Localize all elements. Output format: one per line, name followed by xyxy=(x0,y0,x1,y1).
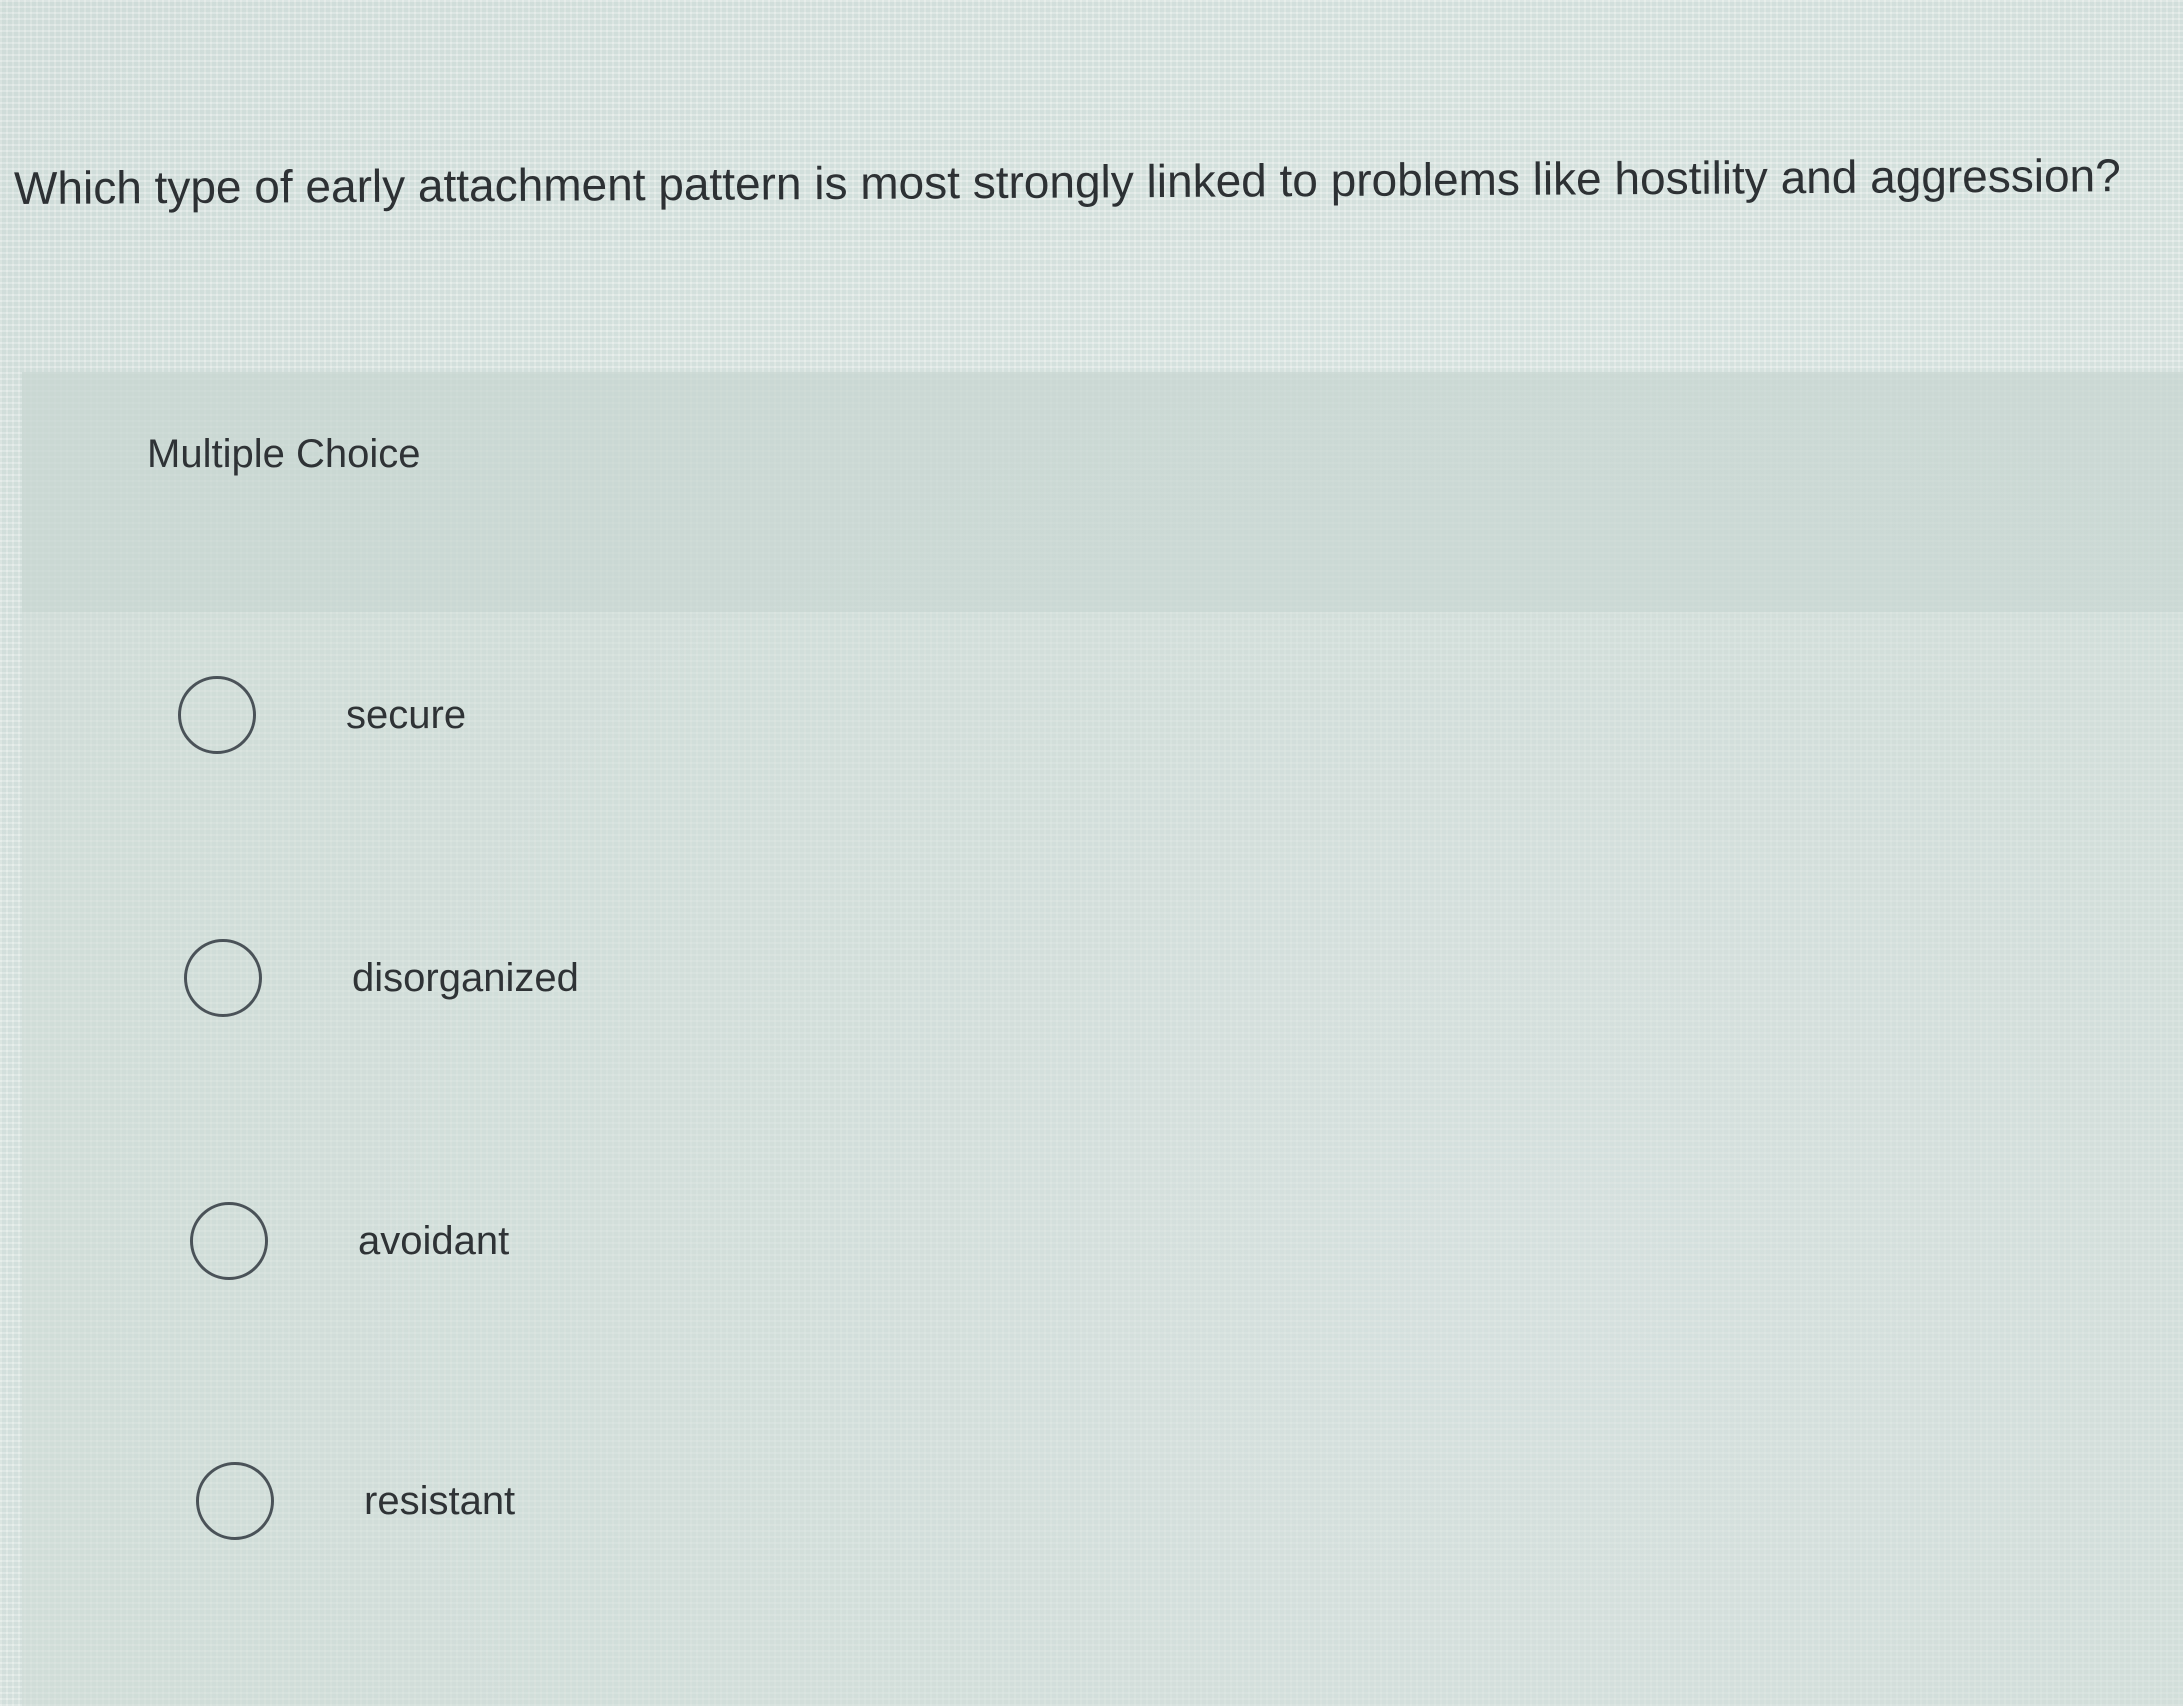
answer-option[interactable]: disorganized xyxy=(184,918,2084,1038)
answer-option-label[interactable]: disorganized xyxy=(352,948,579,1008)
answer-options: secure disorganized avoidant resistant xyxy=(22,372,2183,1706)
radio-button-icon[interactable] xyxy=(178,676,256,754)
answer-card: Multiple Choice secure disorganized avoi… xyxy=(22,372,2183,1706)
answer-option-label[interactable]: secure xyxy=(346,685,466,745)
question-text: Which type of early attachment pattern i… xyxy=(13,149,2121,214)
radio-button-icon[interactable] xyxy=(190,1202,268,1280)
radio-button-icon[interactable] xyxy=(196,1462,274,1540)
answer-option-label[interactable]: avoidant xyxy=(358,1211,509,1271)
answer-option[interactable]: avoidant xyxy=(190,1181,2090,1301)
answer-option[interactable]: secure xyxy=(178,655,2078,775)
answer-option[interactable]: resistant xyxy=(196,1441,2096,1561)
answer-option-label[interactable]: resistant xyxy=(364,1471,515,1531)
radio-button-icon[interactable] xyxy=(184,939,262,1017)
